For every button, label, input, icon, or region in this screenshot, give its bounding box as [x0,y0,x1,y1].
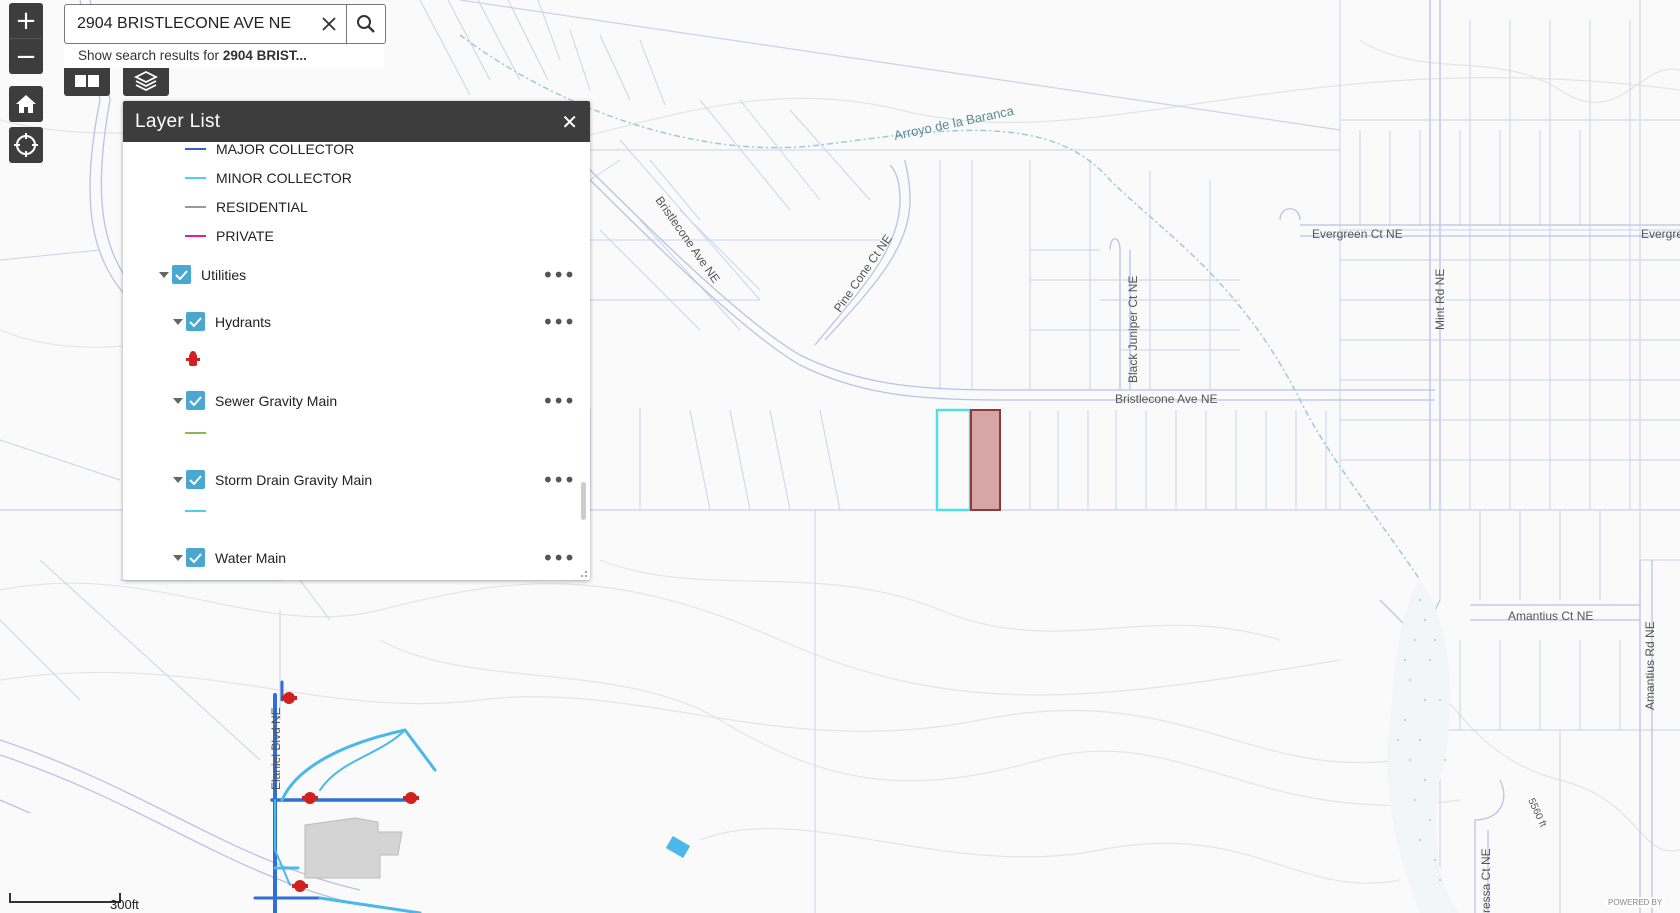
layer-label: Hydrants [215,313,272,330]
scale-label: 300ft [110,897,139,912]
storm-legend-swatch [185,510,206,512]
street-label: Elaniel Blvd NE [269,707,283,790]
layer-options-button[interactable]: ••• [542,391,575,411]
check-icon [189,474,202,485]
panel-body[interactable]: MAJOR COLLECTOR MINOR COLLECTOR RESIDENT… [123,141,590,580]
basemap-button[interactable] [64,66,110,96]
legend-item: MAJOR COLLECTOR [185,141,354,157]
legend-swatch [185,148,206,150]
legend-label: MINOR COLLECTOR [216,170,352,186]
check-icon [175,269,188,280]
layer-water-main[interactable]: Water Main [173,548,286,567]
close-icon [322,17,336,31]
layers-icon [134,70,158,92]
legend-label: PRIVATE [216,228,274,244]
layer-list-button[interactable] [123,66,169,96]
layer-checkbox[interactable] [186,391,205,410]
expand-caret-icon[interactable] [173,554,183,561]
home-icon [16,95,36,113]
legend-swatch [185,206,206,208]
check-icon [189,395,202,406]
sewer-legend-swatch [185,432,206,434]
expand-caret-icon[interactable] [173,318,183,325]
layer-sewer-gravity-main[interactable]: Sewer Gravity Main [173,391,337,410]
suggestion-prefix: Show search results for [78,48,223,63]
layer-options-button[interactable]: ••• [542,470,575,490]
zoom-control: + − [9,3,43,74]
legend-item: RESIDENTIAL [185,199,308,215]
panel-scrollbar[interactable] [581,482,586,520]
legend-label: MAJOR COLLECTOR [216,141,355,157]
layer-storm-drain-gravity-main[interactable]: Storm Drain Gravity Main [173,470,372,489]
expand-caret-icon[interactable] [159,271,169,278]
hydrant-icon [186,351,200,366]
street-label: Black Juniper Ct NE [1126,276,1140,383]
street-label: Amantius Ct NE [1508,609,1593,623]
zoom-in-button[interactable]: + [9,3,43,38]
legend-swatch [185,235,206,237]
layer-utilities[interactable]: Utilities [159,265,246,284]
legend-item: PRIVATE [185,228,274,244]
close-panel-button[interactable]: ✕ [561,110,578,134]
expand-caret-icon[interactable] [173,397,183,404]
clear-search-button[interactable] [312,5,346,43]
layer-label: Storm Drain Gravity Main [215,471,373,488]
selected-parcel[interactable] [970,409,1001,511]
street-label: Mint Rd NE [1433,269,1447,330]
layer-options-button[interactable]: ••• [542,548,575,568]
panel-header: Layer List ✕ [123,101,590,142]
attribution[interactable]: POWERED BY [1605,897,1666,908]
search-suggestion[interactable]: Show search results for 2904 BRIST... [64,44,384,68]
search-box: 2904 BRISTLECONE AVE NE [64,4,386,44]
locate-icon [14,133,38,157]
layer-options-button[interactable]: ••• [542,312,575,332]
resize-handle-icon[interactable] [578,568,588,578]
search-icon [357,15,375,33]
search-input[interactable]: 2904 BRISTLECONE AVE NE [65,5,312,43]
expand-caret-icon[interactable] [173,476,183,483]
suggestion-term: 2904 BRIST... [222,48,307,63]
locate-button[interactable] [9,127,43,163]
grid-icon [75,75,99,87]
layer-checkbox[interactable] [186,312,205,331]
street-label: ressa Ct NE [1479,848,1493,913]
legend-item: MINOR COLLECTOR [185,170,352,186]
check-icon [189,552,202,563]
layer-hydrants[interactable]: Hydrants [173,312,271,331]
layer-checkbox[interactable] [186,548,205,567]
street-label: Evergreen Ct NE [1312,227,1403,241]
street-label: Amantius Rd NE [1643,621,1657,710]
home-button[interactable] [9,86,43,122]
panel-title: Layer List [135,110,221,132]
street-label: Evergre [1641,227,1680,241]
layer-options-button[interactable]: ••• [542,265,575,285]
street-label: Bristlecone Ave NE [1115,392,1218,406]
zoom-out-button[interactable]: − [9,38,43,74]
layer-checkbox[interactable] [186,470,205,489]
layer-label: Utilities [201,266,247,283]
layer-list-panel: Layer List ✕ MAJOR COLLECTOR MINOR COLLE… [123,101,590,580]
scale-bar [9,893,121,903]
check-icon [189,316,202,327]
layer-label: Sewer Gravity Main [215,392,338,409]
layer-label: Water Main [215,549,287,566]
search-button[interactable] [346,5,385,43]
legend-label: RESIDENTIAL [216,199,308,215]
layer-checkbox[interactable] [172,265,191,284]
legend-swatch [185,177,206,179]
